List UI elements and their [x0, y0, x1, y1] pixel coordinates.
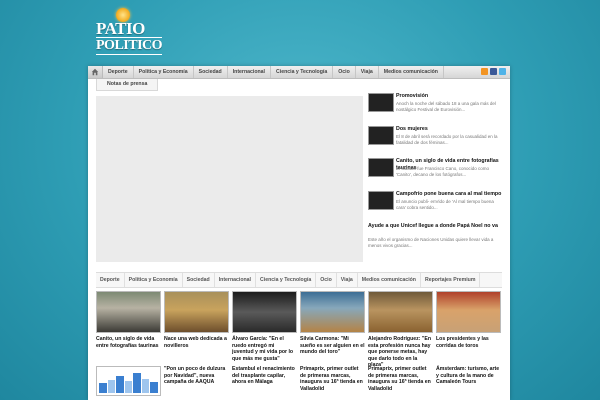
- category-tab-sociedad[interactable]: Sociedad: [183, 273, 215, 287]
- featured-desc: El 8 de abril será recordado por la casu…: [396, 133, 498, 145]
- article-title[interactable]: Primaprix, primer outlet de primeras mar…: [300, 366, 365, 392]
- article-card[interactable]: Silvia Carmona: "Mi sueño es ser alguien…: [300, 291, 365, 369]
- article-image[interactable]: [96, 291, 161, 333]
- article-image[interactable]: [368, 291, 433, 333]
- category-tab-deporte[interactable]: Deporte: [96, 273, 125, 287]
- rss-icon[interactable]: [481, 68, 488, 75]
- featured-thumbnail[interactable]: [368, 125, 394, 145]
- logo-line-1: PATIO: [96, 19, 145, 38]
- article-card[interactable]: Los presidentes y las corridas de toros: [436, 291, 501, 369]
- article-card[interactable]: [96, 366, 161, 396]
- article-image[interactable]: [164, 291, 229, 333]
- nav-sub-notas-de-prensa[interactable]: Notas de prensa: [96, 79, 159, 91]
- main-container: Deporte Política y Economía Sociedad Int…: [88, 66, 510, 400]
- article-title[interactable]: Alejandro Rodríguez: "En esta profesión …: [368, 336, 433, 369]
- featured-desc: El sábado fue Francisco Cano, conocido c…: [396, 166, 490, 177]
- featured-desc: Este año el organismo de Naciones Unidas…: [368, 237, 494, 248]
- featured-title[interactable]: Dos mujeres: [396, 126, 504, 133]
- nav-item-ciencia[interactable]: Ciencia y Tecnología: [271, 66, 334, 78]
- article-card[interactable]: Álvaro García: "En el ruedo entregó mi j…: [232, 291, 297, 369]
- featured-title[interactable]: Promovisión: [396, 93, 504, 100]
- site-logo[interactable]: PATIO POLITICO: [96, 8, 163, 60]
- article-image[interactable]: [436, 291, 501, 333]
- category-tab-politica[interactable]: Política y Economía: [125, 273, 183, 287]
- nav-item-deporte[interactable]: Deporte: [103, 66, 134, 78]
- home-button[interactable]: [88, 66, 103, 78]
- facebook-icon[interactable]: [490, 68, 497, 75]
- featured-thumbnail[interactable]: [368, 190, 394, 210]
- article-row: Canito, un siglo de vida entre fotografí…: [96, 291, 501, 369]
- article-image[interactable]: [232, 291, 297, 333]
- article-title[interactable]: Canito, un siglo de vida entre fotografí…: [96, 336, 161, 349]
- category-tab-ciencia[interactable]: Ciencia y Tecnología: [256, 273, 317, 287]
- article-card[interactable]: Primaprix, primer outlet de primeras mar…: [300, 366, 365, 396]
- category-tab-viaja[interactable]: Viaja: [337, 273, 358, 287]
- article-image[interactable]: [300, 291, 365, 333]
- featured-title[interactable]: Campofrío pone buena cara al mal tiempo: [396, 191, 504, 198]
- featured-slider[interactable]: [96, 96, 363, 262]
- featured-item[interactable]: Dos mujeres El 8 de abril será recordado…: [368, 125, 506, 157]
- article-title[interactable]: Los presidentes y las corridas de toros: [436, 336, 501, 349]
- featured-desc: Anoch la noche del sábado 18 a una gala …: [396, 101, 496, 112]
- home-icon: [91, 68, 99, 76]
- featured-item[interactable]: Ayude a que Unicef llegue a donde Papá N…: [368, 223, 506, 254]
- article-title[interactable]: "Pon un poco de dulzura por Navidad", nu…: [164, 366, 229, 386]
- article-card[interactable]: Nace una web dedicada a novilleros: [164, 291, 229, 369]
- nav-item-viaja[interactable]: Viaja: [356, 66, 379, 78]
- article-card[interactable]: Estambul el renacimiento del trasplante …: [232, 366, 297, 396]
- article-card[interactable]: "Pon un poco de dulzura por Navidad", nu…: [164, 366, 229, 396]
- article-title[interactable]: Álvaro García: "En el ruedo entregó mi j…: [232, 336, 297, 362]
- category-navigation: Deporte Política y Economía Sociedad Int…: [96, 272, 502, 288]
- featured-item[interactable]: Canito, un siglo de vida entre fotografí…: [368, 158, 506, 189]
- featured-desc: El anuncio publi- enVido de 'Al mal tiem…: [396, 198, 494, 210]
- article-image-chart[interactable]: [96, 366, 161, 396]
- category-tab-ocio[interactable]: Ocio: [316, 273, 337, 287]
- social-links: [481, 68, 506, 75]
- nav-item-medios[interactable]: Medios comunicación: [379, 66, 444, 78]
- logo-line-2: POLITICO: [96, 37, 163, 55]
- top-navigation: Deporte Política y Economía Sociedad Int…: [88, 66, 510, 79]
- nav-item-ocio[interactable]: Ocio: [333, 66, 356, 78]
- article-title[interactable]: Estambul el renacimiento del trasplante …: [232, 366, 297, 386]
- article-card[interactable]: Alejandro Rodríguez: "En esta profesión …: [368, 291, 433, 369]
- article-title[interactable]: Silvia Carmona: "Mi sueño es ser alguien…: [300, 336, 365, 356]
- twitter-icon[interactable]: [499, 68, 506, 75]
- article-row: "Pon un poco de dulzura por Navidad", nu…: [96, 366, 501, 396]
- article-card[interactable]: Ámsterdam: turismo, arte y cultura de la…: [436, 366, 501, 396]
- featured-item[interactable]: Promovisión Anoch la noche del sábado 18…: [368, 93, 506, 124]
- article-card[interactable]: Canito, un siglo de vida entre fotografí…: [96, 291, 161, 369]
- nav-item-internacional[interactable]: Internacional: [228, 66, 271, 78]
- featured-thumbnail[interactable]: [368, 93, 394, 112]
- article-card[interactable]: Primaprix, primer outlet de primeras mar…: [368, 366, 433, 396]
- featured-list: Promovisión Anoch la noche del sábado 18…: [368, 93, 506, 256]
- article-title[interactable]: Nace una web dedicada a novilleros: [164, 336, 229, 349]
- category-tab-reportajes[interactable]: Reportajes Premium: [421, 273, 481, 287]
- category-tab-internacional[interactable]: Internacional: [215, 273, 256, 287]
- nav-item-politica[interactable]: Política y Economía: [134, 66, 194, 78]
- featured-item[interactable]: Campofrío pone buena cara al mal tiempo …: [368, 190, 506, 222]
- featured-title[interactable]: Ayude a que Unicef llegue a donde Papá N…: [368, 223, 506, 230]
- category-tab-medios[interactable]: Medios comunicación: [358, 273, 421, 287]
- featured-thumbnail[interactable]: [368, 158, 394, 177]
- article-title[interactable]: Ámsterdam: turismo, arte y cultura de la…: [436, 366, 501, 386]
- nav-item-sociedad[interactable]: Sociedad: [194, 66, 228, 78]
- article-title[interactable]: Primaprix, primer outlet de primeras mar…: [368, 366, 433, 392]
